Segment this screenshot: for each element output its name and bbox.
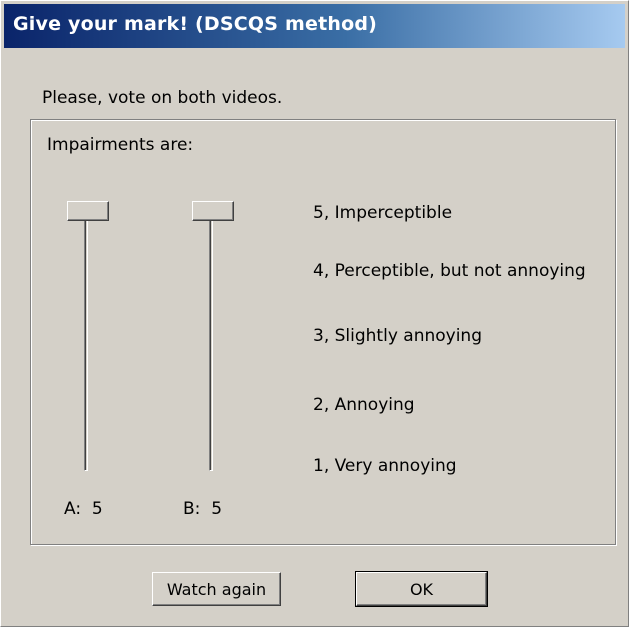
scale-label-1: 1, Very annoying: [313, 456, 457, 476]
slider-b-track[interactable]: [209, 203, 213, 471]
dialog-window: Give your mark! (DSCQS method) Please, v…: [0, 0, 629, 627]
slider-b-thumb[interactable]: [192, 201, 234, 221]
groupbox-label: Impairments are:: [47, 135, 194, 155]
title-bar[interactable]: Give your mark! (DSCQS method): [4, 4, 625, 48]
slider-a-thumb[interactable]: [67, 201, 109, 221]
slider-a-track[interactable]: [84, 203, 88, 471]
slider-a-readout: A: 5: [64, 499, 103, 519]
scale-label-2: 2, Annoying: [313, 395, 415, 415]
slider-a-label: A:: [64, 499, 82, 519]
scale-label-3: 3, Slightly annoying: [313, 326, 482, 346]
scale-label-5: 5, Imperceptible: [313, 203, 453, 223]
scale-label-4: 4, Perceptible, but not annoying: [313, 261, 586, 281]
window-title: Give your mark! (DSCQS method): [13, 13, 378, 35]
instruction-text: Please, vote on both videos.: [42, 88, 283, 108]
slider-a-value: 5: [91, 499, 103, 519]
slider-b-readout: B: 5: [183, 499, 222, 519]
slider-b-value: 5: [211, 499, 223, 519]
watch-again-button[interactable]: Watch again: [152, 572, 281, 606]
slider-b-label: B:: [183, 499, 201, 519]
ok-button[interactable]: OK: [355, 571, 488, 607]
